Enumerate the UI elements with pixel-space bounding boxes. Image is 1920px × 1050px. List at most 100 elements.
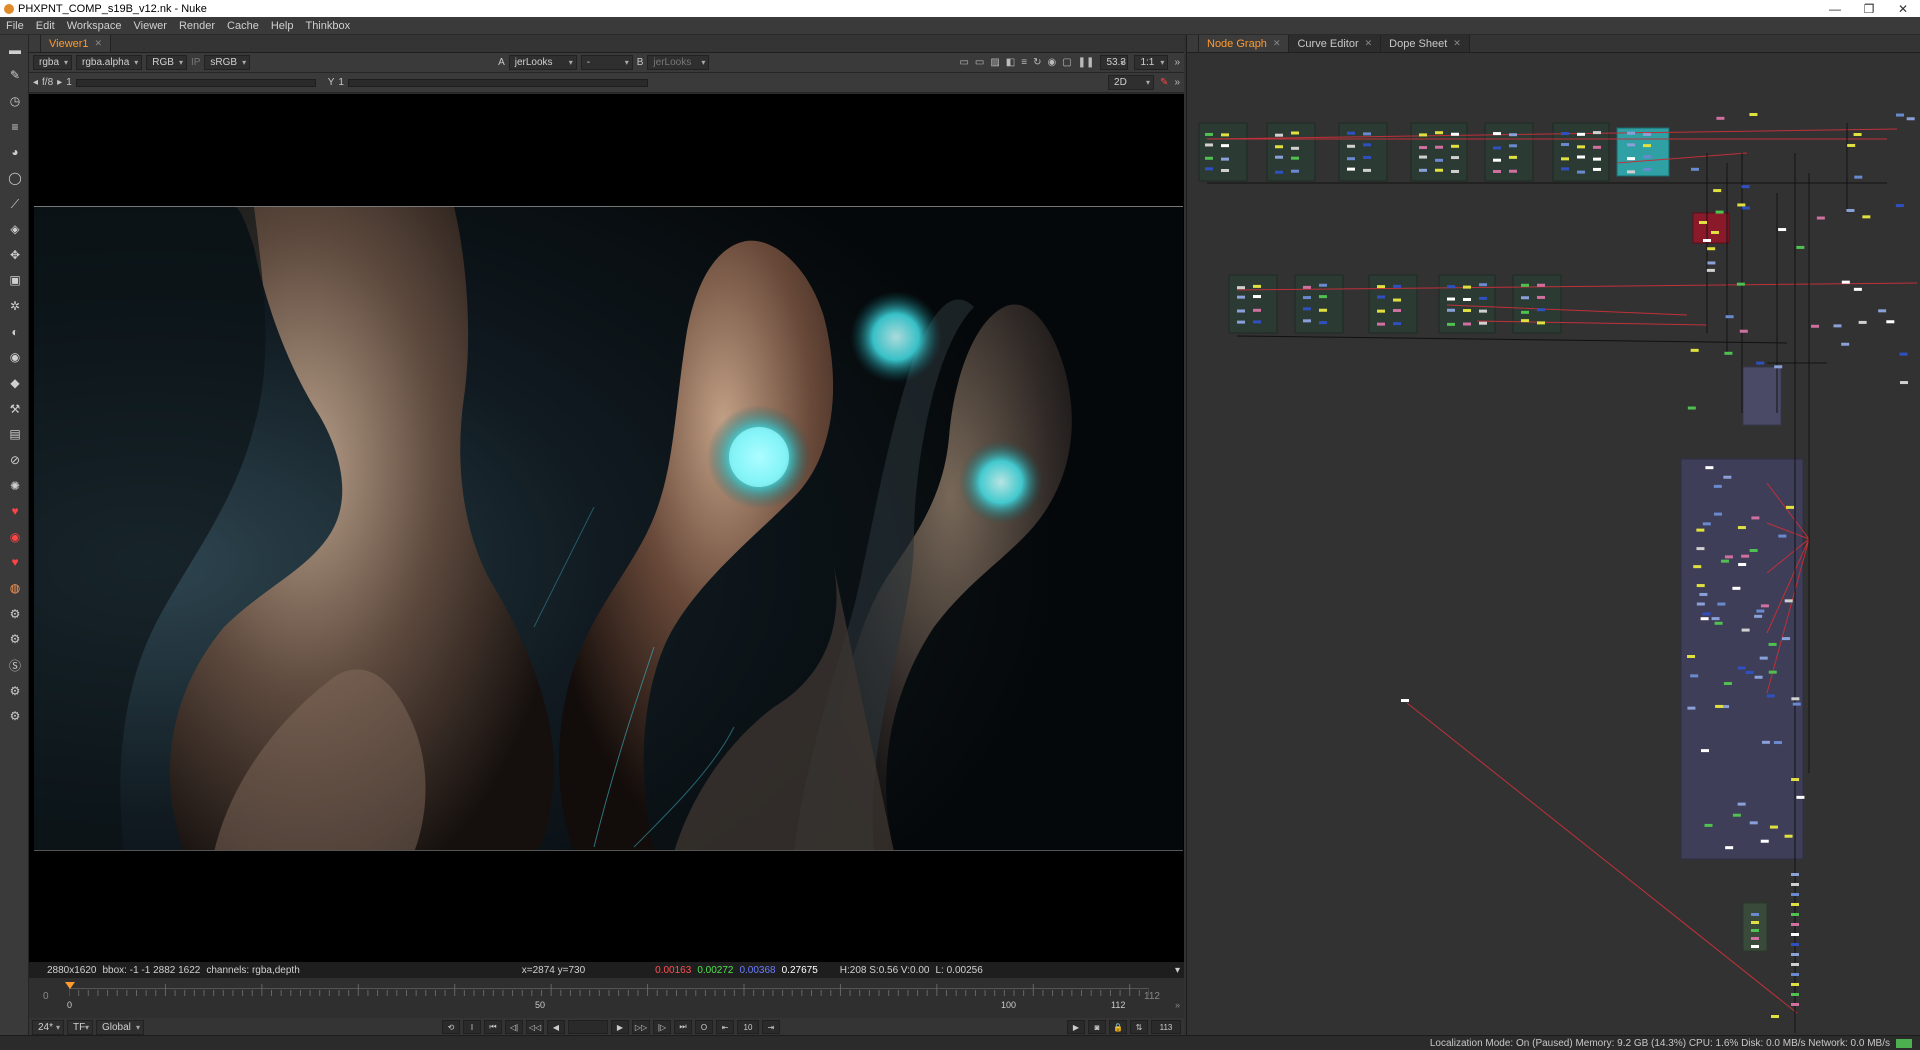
current-frame-field[interactable] (568, 1020, 608, 1034)
roi-icon[interactable]: ▭ (959, 57, 968, 68)
input-b-select[interactable]: jerLooks (647, 55, 710, 70)
gizmo-gear2-icon[interactable]: ⚙ (7, 631, 23, 647)
viewer-menu-icon[interactable]: » (1174, 57, 1180, 68)
menu-edit[interactable]: Edit (30, 20, 61, 32)
merge-nodes-icon[interactable]: ◈ (7, 221, 23, 237)
in-point-icon[interactable]: I (463, 1020, 481, 1034)
close-node-graph-icon[interactable]: ✕ (1273, 38, 1281, 49)
timeline-menu-icon[interactable]: » (1175, 1000, 1180, 1010)
mask-icon[interactable]: ◉ (1047, 57, 1056, 68)
next-keyframe-icon[interactable]: |▷ (653, 1020, 671, 1034)
menu-workspace[interactable]: Workspace (61, 20, 128, 32)
gizmo-s-icon[interactable]: Ⓢ (7, 657, 23, 673)
tab-node-graph[interactable]: Node Graph ✕ (1199, 35, 1290, 52)
lock-icon[interactable]: 🔒 (1109, 1020, 1127, 1034)
menu-thinkbox[interactable]: Thinkbox (299, 20, 356, 32)
panel-menu-icon-2[interactable] (1187, 35, 1199, 52)
other-nodes-icon[interactable]: ▤ (7, 426, 23, 442)
info-menu-icon[interactable]: ▾ (1175, 965, 1180, 976)
keyer-nodes-icon[interactable]: ⟋ (7, 196, 23, 212)
gamma-value[interactable]: 1 (338, 77, 344, 88)
tf-select[interactable]: TF (67, 1019, 93, 1035)
close-dope-sheet-icon[interactable]: ✕ (1453, 38, 1461, 49)
gizmo-gear4-icon[interactable]: ⚙ (7, 708, 23, 724)
ratio-select[interactable]: 1:1 (1134, 55, 1169, 70)
menu-viewer[interactable]: Viewer (128, 20, 173, 32)
gain-value[interactable]: 1 (66, 77, 72, 88)
display-channel-select[interactable]: RGB (146, 55, 187, 70)
node-graph-canvas[interactable] (1187, 53, 1920, 1035)
fstop-increment-icon[interactable]: ▸ (57, 77, 62, 88)
paint-icon[interactable]: ✎ (1160, 77, 1168, 88)
restore-icon[interactable]: ❐ (1852, 2, 1886, 16)
play-backward-icon[interactable]: ◀ (547, 1020, 565, 1034)
color-nodes-icon[interactable]: ◕ (7, 144, 23, 160)
gizmo-orange-icon[interactable]: ◍ (7, 580, 23, 596)
tab-dope-sheet[interactable]: Dope Sheet ✕ (1381, 35, 1470, 52)
loop-mode-icon[interactable]: ⟲ (442, 1020, 460, 1034)
record-icon[interactable]: ◉ (7, 529, 23, 545)
gizmo-gear-icon[interactable]: ⚙ (7, 606, 23, 622)
step-increment-field[interactable]: 10 (737, 1020, 759, 1034)
menu-render[interactable]: Render (173, 20, 221, 32)
clip-warn-icon[interactable]: ▨ (990, 57, 999, 68)
out-point-icon[interactable]: O (695, 1020, 713, 1034)
ip-toggle[interactable]: IP (191, 57, 200, 68)
particles-nodes-icon[interactable]: ✲ (7, 298, 23, 314)
input-a-select[interactable]: jerLooks (508, 55, 577, 70)
menu-help[interactable]: Help (265, 20, 300, 32)
safe-area-icon[interactable]: ▢ (1062, 57, 1071, 68)
camera-icon[interactable]: ◙ (1088, 1020, 1106, 1034)
filter-nodes-icon[interactable]: ◯ (7, 170, 23, 186)
zoom-select[interactable]: 53.3 (1100, 55, 1129, 70)
pause-icon[interactable]: ❚❚ (1078, 57, 1095, 68)
deep-nodes-icon[interactable]: ◐ (7, 324, 23, 340)
redgiant-icon[interactable]: ♥ (7, 503, 23, 519)
lut-select[interactable]: sRGB (204, 55, 251, 70)
close-icon[interactable]: ✕ (1886, 2, 1920, 16)
viewer-viewport[interactable] (29, 94, 1184, 962)
guides-icon[interactable]: ≡ (1021, 57, 1027, 68)
view-mode-select[interactable]: 2D (1108, 75, 1155, 90)
timeline[interactable]: 0 112 0 50 100 112 » (29, 978, 1184, 1018)
end-frame-field[interactable]: 113 (1151, 1020, 1181, 1034)
flipbook-icon[interactable]: ▶ (1067, 1020, 1085, 1034)
fstop-value[interactable]: f/8 (42, 77, 53, 88)
panel-menu-icon[interactable] (29, 35, 41, 52)
image-nodes-icon[interactable]: ▬ (7, 42, 23, 58)
furnace-icon[interactable]: ⊘ (7, 452, 23, 468)
playhead-marker[interactable] (65, 982, 75, 989)
scope-select[interactable]: Global (96, 1019, 144, 1035)
viewer-menu2-icon[interactable]: » (1174, 77, 1180, 88)
fstop-decrement-icon[interactable]: ◂ (33, 77, 38, 88)
channel-nodes-icon[interactable]: ≡ (7, 119, 23, 135)
tab-viewer1[interactable]: Viewer1 ✕ (41, 35, 112, 52)
gain-slider[interactable] (75, 78, 316, 87)
next-increment-icon[interactable]: ▷▷ (632, 1020, 650, 1034)
gizmo-red-icon[interactable]: ♥ (7, 554, 23, 570)
composite-mode-select[interactable]: - (580, 55, 633, 70)
tab-curve-editor[interactable]: Curve Editor ✕ (1289, 35, 1382, 52)
play-forward-icon[interactable]: ▶ (611, 1020, 629, 1034)
menu-cache[interactable]: Cache (221, 20, 265, 32)
step-back-icon[interactable]: ⇤ (716, 1020, 734, 1034)
gamma-slider[interactable] (347, 78, 648, 87)
alpha-select[interactable]: rgba.alpha (76, 55, 143, 70)
3d-nodes-icon[interactable]: ▣ (7, 272, 23, 288)
sync-icon[interactable]: ⇅ (1130, 1020, 1148, 1034)
step-forward-icon[interactable]: ⇥ (762, 1020, 780, 1034)
proxy-icon[interactable]: ◧ (1006, 57, 1015, 68)
plugin-icon[interactable]: ✺ (7, 478, 23, 494)
minimize-icon[interactable]: — (1818, 2, 1852, 16)
menu-file[interactable]: File (0, 20, 30, 32)
prev-keyframe-icon[interactable]: ◁| (505, 1020, 523, 1034)
channels-select[interactable]: rgba (33, 55, 73, 70)
prev-increment-icon[interactable]: ◁◁ (526, 1020, 544, 1034)
overlay-icon[interactable]: ▭ (975, 57, 984, 68)
timeline-start[interactable]: 0 (43, 991, 49, 1002)
refresh-icon[interactable]: ↻ (1033, 57, 1041, 68)
metadata-nodes-icon[interactable]: ◆ (7, 375, 23, 391)
fps-select[interactable]: 24* (32, 1019, 64, 1035)
transform-nodes-icon[interactable]: ✥ (7, 247, 23, 263)
toolsets-icon[interactable]: ⚒ (7, 401, 23, 417)
